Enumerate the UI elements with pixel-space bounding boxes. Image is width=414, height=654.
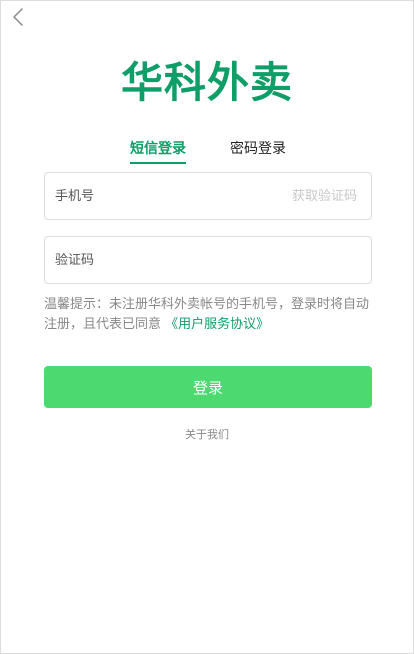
- phone-input[interactable]: [55, 173, 275, 219]
- phone-field: 获取验证码: [44, 172, 372, 220]
- user-agreement-link[interactable]: 《用户服务协议》: [165, 317, 269, 332]
- login-page: 华科外卖 短信登录 密码登录 获取验证码 温馨提示：未注册华科外卖帐号的手机号，…: [0, 0, 414, 654]
- back-button[interactable]: [9, 5, 31, 29]
- registration-notice: 温馨提示：未注册华科外卖帐号的手机号，登录时将自动注册，且代表已同意 《用户服务…: [44, 295, 374, 335]
- code-field: [44, 236, 372, 284]
- get-code-button[interactable]: 获取验证码: [292, 173, 357, 221]
- chevron-left-icon: [9, 5, 31, 29]
- tab-password-login-label: 密码登录: [230, 141, 286, 157]
- active-tab-indicator: [130, 162, 186, 164]
- about-us-link[interactable]: 关于我们: [1, 426, 413, 442]
- login-button[interactable]: 登录: [44, 366, 372, 408]
- tab-sms-login[interactable]: 短信登录: [130, 139, 186, 164]
- login-tabs: 短信登录 密码登录: [1, 139, 413, 165]
- code-input[interactable]: [55, 237, 355, 283]
- tab-password-login[interactable]: 密码登录: [230, 139, 286, 159]
- app-logo: 华科外卖: [120, 58, 293, 107]
- tab-sms-login-label: 短信登录: [130, 141, 186, 157]
